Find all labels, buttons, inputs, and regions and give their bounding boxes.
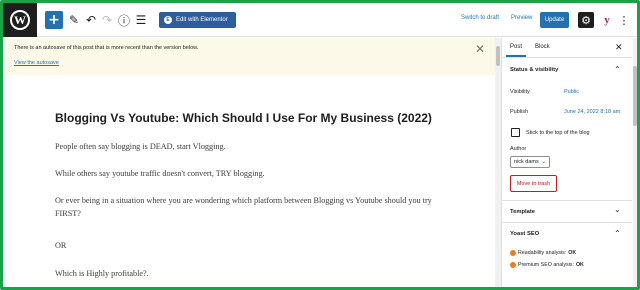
- tab-block[interactable]: Block: [535, 44, 550, 50]
- notice-text: There is an autosave of this post that i…: [14, 45, 199, 51]
- post-title[interactable]: Blogging Vs Youtube: Which Should I Use …: [55, 111, 432, 125]
- sidebar-tabs: Post Block ✕: [502, 38, 632, 58]
- autosave-notice: There is an autosave of this post that i…: [6, 38, 495, 75]
- yoast-seo-heading[interactable]: Yoast SEO: [510, 231, 539, 237]
- chevron-up-icon[interactable]: ⌃: [614, 65, 621, 74]
- paragraph-block[interactable]: While others say youtube traffic doesn't…: [55, 167, 435, 180]
- readability-value: OK: [568, 250, 577, 256]
- author-select[interactable]: nick dams ⌄: [510, 156, 550, 168]
- divider: [502, 200, 632, 201]
- redo-icon[interactable]: ↷: [99, 12, 115, 28]
- settings-gear-icon[interactable]: ⚙: [578, 12, 594, 28]
- more-options-icon[interactable]: ⋮: [619, 12, 630, 28]
- paragraph-block[interactable]: People often say blogging is DEAD, start…: [55, 140, 435, 153]
- paragraph-block[interactable]: Which is Highly profitable?.: [55, 267, 435, 280]
- yoast-icon[interactable]: y: [599, 12, 615, 28]
- editor-toolbar: W + ✎ ↶ ↷ ⓘ ☰ E Edit with Elementor Swit…: [3, 3, 637, 37]
- visibility-label: Visibility: [510, 89, 530, 95]
- paragraph-block[interactable]: Or ever being in a situation where you a…: [55, 194, 435, 220]
- readability-analysis[interactable]: Readability analysis: OK: [510, 250, 576, 256]
- close-icon[interactable]: ✕: [475, 42, 485, 56]
- template-heading[interactable]: Template: [510, 209, 535, 215]
- chevron-down-icon[interactable]: ⌄: [614, 205, 621, 214]
- premium-seo-value: OK: [575, 262, 584, 268]
- scrollbar-thumb[interactable]: [633, 66, 637, 126]
- premium-seo-status-icon: [510, 262, 516, 268]
- sticky-checkbox[interactable]: [511, 128, 520, 137]
- close-sidebar-icon[interactable]: ✕: [615, 42, 623, 53]
- readability-status-icon: [510, 250, 516, 256]
- elementor-label: Edit with Elementor: [176, 17, 228, 23]
- elementor-icon: E: [164, 16, 172, 24]
- paragraph-block[interactable]: OR: [55, 239, 435, 252]
- divider: [502, 222, 632, 223]
- publish-date-value[interactable]: June 24, 2022 8:18 am: [564, 109, 620, 115]
- settings-sidebar: Post Block ✕ Status & visibility ⌃ Visib…: [501, 38, 637, 287]
- list-view-icon[interactable]: ☰: [133, 12, 149, 28]
- info-icon[interactable]: ⓘ: [116, 12, 132, 28]
- author-label: Author: [510, 146, 527, 152]
- view-autosave-link[interactable]: View the autosave: [14, 60, 59, 66]
- add-block-button[interactable]: +: [45, 11, 63, 29]
- status-visibility-heading[interactable]: Status & visibility: [510, 67, 558, 73]
- author-value: nick dams: [514, 159, 539, 165]
- undo-icon[interactable]: ↶: [83, 12, 99, 28]
- chevron-up-icon[interactable]: ⌃: [614, 229, 621, 238]
- editor-canvas[interactable]: Blogging Vs Youtube: Which Should I Use …: [6, 75, 495, 287]
- tab-post[interactable]: Post: [505, 44, 527, 57]
- readability-label: Readability analysis:: [518, 250, 567, 256]
- wordpress-icon: W: [10, 10, 30, 30]
- update-button[interactable]: Update: [540, 12, 569, 28]
- sidebar-scrollbar[interactable]: [633, 38, 637, 287]
- pencil-icon[interactable]: ✎: [66, 12, 82, 28]
- preview-button[interactable]: Preview: [511, 15, 532, 21]
- visibility-value[interactable]: Public: [564, 89, 579, 95]
- premium-seo-analysis[interactable]: Premium SEO analysis: OK: [510, 262, 584, 268]
- move-to-trash-button[interactable]: Move to trash: [510, 175, 557, 192]
- wordpress-logo-button[interactable]: W: [3, 3, 37, 37]
- edit-with-elementor-button[interactable]: E Edit with Elementor: [159, 12, 236, 28]
- sticky-label: Stick to the top of the blog: [526, 130, 590, 136]
- scrollbar-thumb[interactable]: [496, 46, 500, 66]
- chevron-down-icon: ⌄: [541, 159, 546, 165]
- app-window: W + ✎ ↶ ↷ ⓘ ☰ E Edit with Elementor Swit…: [0, 0, 640, 290]
- premium-seo-label: Premium SEO analysis:: [518, 262, 574, 268]
- publish-label: Publish: [510, 109, 529, 115]
- switch-to-draft-button[interactable]: Switch to draft: [461, 15, 499, 21]
